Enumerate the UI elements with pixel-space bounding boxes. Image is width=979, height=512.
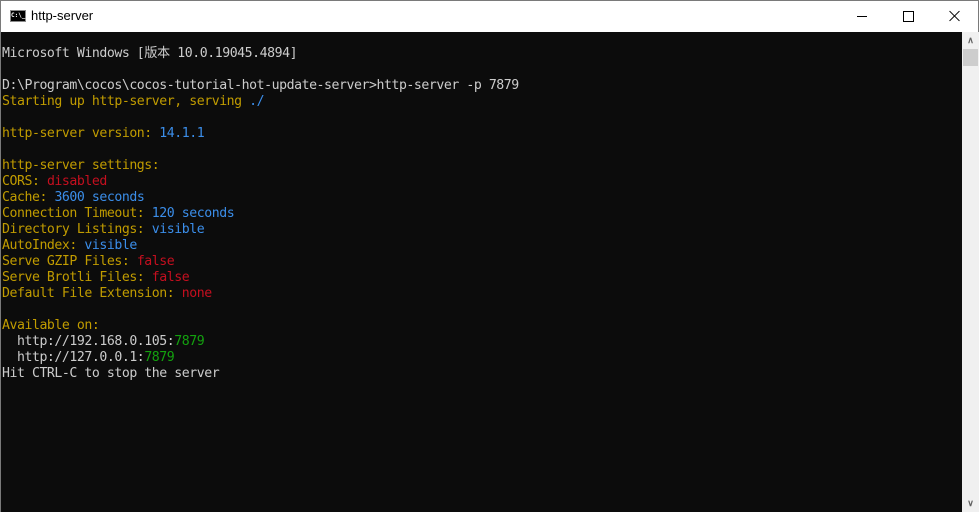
console-line: Available on: (2, 318, 519, 334)
console-line: CORS: disabled (2, 174, 519, 190)
console-line: http-server version: 14.1.1 (2, 126, 519, 142)
console-line: Starting up http-server, serving ./ (2, 94, 519, 110)
console-text-segment: visible (151, 222, 205, 237)
console-text-segment: http://192.168.0.105: (2, 334, 175, 349)
close-icon (949, 10, 961, 22)
chevron-down-icon: ∨ (967, 498, 974, 508)
minimize-button[interactable] (839, 1, 885, 31)
console-text-segment: Serve GZIP Files: (2, 254, 137, 269)
vertical-scrollbar[interactable]: ∧ ∨ (962, 32, 979, 512)
console-text-segment: disabled (46, 174, 107, 189)
console-line: http-server settings: (2, 158, 519, 174)
console-output[interactable]: Microsoft Windows [版本 10.0.19045.4894] D… (1, 32, 962, 512)
close-button[interactable] (932, 1, 978, 31)
console-line: Cache: 3600 seconds (2, 190, 519, 206)
console-line: Serve Brotli Files: false (2, 270, 519, 286)
console-text-segment: http-server settings: (2, 158, 167, 173)
console-text-segment: D:\Program\cocos\cocos-tutorial-hot-upda… (2, 78, 519, 93)
console-line: Directory Listings: visible (2, 222, 519, 238)
maximize-button[interactable] (885, 1, 931, 31)
chevron-up-icon: ∧ (967, 35, 974, 45)
maximize-icon (902, 10, 914, 22)
console-line: Serve GZIP Files: false (2, 254, 519, 270)
console-text-segment: visible (84, 238, 137, 253)
minimize-icon (857, 15, 867, 17)
scroll-down-button[interactable]: ∨ (962, 495, 979, 512)
scroll-up-button[interactable]: ∧ (962, 32, 979, 49)
console-text-segment: Hit CTRL-C to stop the server (2, 366, 220, 381)
console-text-segment: Available on: (2, 318, 100, 333)
console-text-segment: Connection Timeout: (2, 206, 152, 221)
console-text-segment: 14.1.1 (159, 126, 205, 141)
console-line: D:\Program\cocos\cocos-tutorial-hot-upda… (2, 78, 519, 94)
console-text-segment: 7879 (144, 350, 175, 365)
console-text-segment: http-server version: (2, 126, 160, 141)
console-text-segment: Directory Listings: (2, 222, 152, 237)
console-line: Microsoft Windows [版本 10.0.19045.4894] (2, 46, 519, 62)
console-text-segment: false (136, 254, 175, 269)
console-line: http://127.0.0.1:7879 (2, 350, 519, 366)
console-text-segment: none (181, 286, 212, 301)
title-bar[interactable]: C:\_ http-server (1, 1, 978, 31)
console-text-segment: ./ (249, 94, 265, 109)
console-text-segment: 7879 (174, 334, 205, 349)
console-text-segment: false (151, 270, 190, 285)
cmd-icon[interactable]: C:\_ (10, 10, 26, 22)
console-text-segment: Microsoft Windows [版本 10.0.19045.4894] (2, 46, 298, 61)
console-text-segment: 3600 seconds (54, 190, 145, 205)
console-text-segment: 120 seconds (151, 206, 235, 221)
console-text-segment: AutoIndex: (2, 238, 85, 253)
console-text-segment: Default File Extension: (2, 286, 182, 301)
console-window: C:\_ http-server Microsoft Windows [版本 1… (0, 0, 979, 512)
console-line: Hit CTRL-C to stop the server (2, 366, 519, 382)
console-text-segment: Starting up http-server, serving (2, 94, 250, 109)
console-text-segment: Serve Brotli Files: (2, 270, 152, 285)
window-title: http-server (31, 8, 94, 23)
console-text-segment: Cache: (2, 190, 55, 205)
scrollbar-thumb[interactable] (963, 49, 978, 66)
console-text-segment: CORS: (2, 174, 47, 189)
console-line: Default File Extension: none (2, 286, 519, 302)
console-line: AutoIndex: visible (2, 238, 519, 254)
console-line: Connection Timeout: 120 seconds (2, 206, 519, 222)
console-lines: Microsoft Windows [版本 10.0.19045.4894] D… (2, 46, 519, 382)
console-line: http://192.168.0.105:7879 (2, 334, 519, 350)
console-text-segment: http://127.0.0.1: (2, 350, 145, 365)
